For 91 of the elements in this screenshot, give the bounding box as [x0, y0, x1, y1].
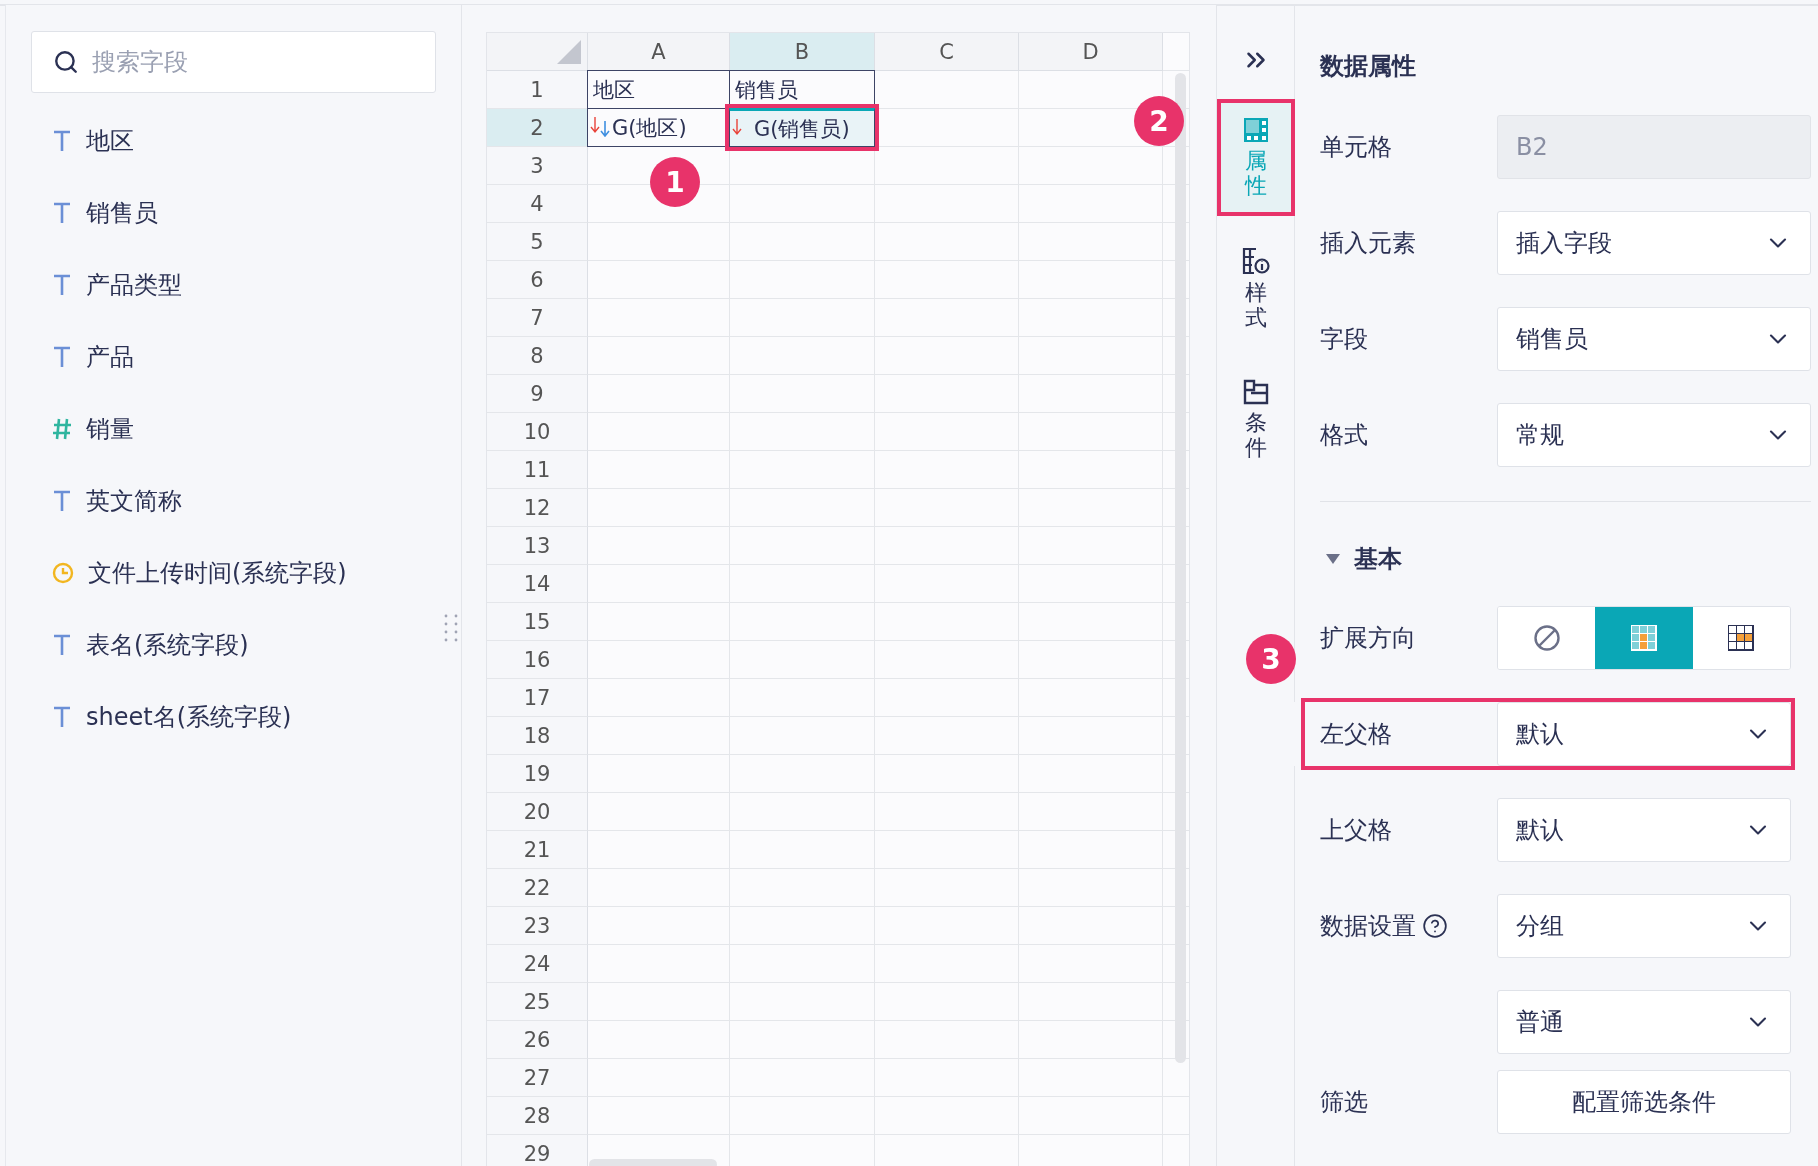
row-header[interactable]: 6 — [487, 261, 588, 299]
row-header[interactable]: 9 — [487, 375, 588, 413]
cell-text: 地区 — [593, 76, 635, 104]
property-label: 筛选 — [1320, 1087, 1368, 1118]
property-label: 扩展方向 — [1320, 623, 1416, 654]
text-type-icon — [52, 633, 72, 657]
field-item[interactable]: 表名(系统字段) — [31, 609, 436, 681]
cell-text: 销售员 — [735, 76, 798, 104]
cell-text: G(地区) — [612, 114, 687, 142]
cell-text: G(销售员) — [754, 115, 850, 143]
row-header[interactable]: 12 — [487, 489, 588, 527]
row-header[interactable]: 26 — [487, 1021, 588, 1059]
readonly-field: B2 — [1497, 115, 1811, 179]
corner-cell[interactable] — [487, 33, 588, 71]
row-header[interactable]: 17 — [487, 679, 588, 717]
select-dropdown[interactable]: 销售员 — [1497, 307, 1811, 371]
row-header[interactable]: 16 — [487, 641, 588, 679]
drag-handle-icon[interactable] — [443, 613, 459, 643]
row-header[interactable]: 1 — [487, 71, 588, 109]
clock-icon — [52, 562, 74, 584]
row-header[interactable]: 29 — [487, 1135, 588, 1166]
field-item[interactable]: 英文简称 — [31, 465, 436, 537]
field-item[interactable]: sheet名(系统字段) — [31, 681, 436, 753]
row-header[interactable]: 24 — [487, 945, 588, 983]
row-header[interactable]: 10 — [487, 413, 588, 451]
side-tab[interactable]: 条件 — [1216, 361, 1295, 478]
field-item[interactable]: 产品类型 — [31, 249, 436, 321]
row-header[interactable]: 23 — [487, 907, 588, 945]
row-expand-icon — [1727, 624, 1756, 652]
text-type-icon — [52, 129, 72, 153]
property-label: 数据设置 — [1320, 911, 1416, 942]
row-header[interactable]: 27 — [487, 1059, 588, 1097]
property-label: 插入元素 — [1320, 228, 1416, 259]
row-header[interactable]: 22 — [487, 869, 588, 907]
text-type-icon — [52, 273, 72, 297]
table-info-icon — [1241, 247, 1270, 276]
select-dropdown[interactable]: 默认 — [1497, 702, 1791, 766]
column-expand-icon — [1630, 624, 1658, 652]
row-header[interactable]: 20 — [487, 793, 588, 831]
side-tab[interactable]: 样式 — [1216, 230, 1295, 347]
row-header[interactable]: 21 — [487, 831, 588, 869]
property-label: 单元格 — [1320, 132, 1392, 163]
field-item[interactable]: 销量 — [31, 393, 436, 465]
table-cell[interactable]: 地区 — [587, 70, 730, 109]
select-dropdown[interactable]: 常规 — [1497, 403, 1811, 467]
select-dropdown[interactable]: 分组 — [1497, 894, 1791, 958]
search-field[interactable]: 搜索字段 — [31, 31, 436, 93]
row-header[interactable]: 18 — [487, 717, 588, 755]
row-header[interactable]: 5 — [487, 223, 588, 261]
column-header[interactable]: D — [1019, 33, 1163, 71]
row-header[interactable]: 4 — [487, 185, 588, 223]
property-label: 格式 — [1320, 420, 1368, 451]
row-header[interactable]: 7 — [487, 299, 588, 337]
layout-icon — [1242, 379, 1269, 406]
grid-icon — [1242, 117, 1269, 144]
help-icon[interactable] — [1422, 913, 1448, 939]
row-header[interactable]: 15 — [487, 603, 588, 641]
field-item[interactable]: 销售员 — [31, 177, 436, 249]
row-header[interactable]: 25 — [487, 983, 588, 1021]
panel-title: 数据属性 — [1320, 51, 1417, 82]
property-label: 左父格 — [1320, 719, 1392, 750]
section-title: 基本 — [1354, 544, 1402, 575]
select-dropdown[interactable]: 默认 — [1497, 798, 1791, 862]
no-entry-icon — [1532, 624, 1561, 652]
text-type-icon — [52, 705, 72, 729]
text-type-icon — [52, 489, 72, 513]
row-header[interactable]: 2 — [487, 109, 588, 147]
select-dropdown[interactable]: 插入字段 — [1497, 211, 1811, 275]
row-header[interactable]: 28 — [487, 1097, 588, 1135]
vertical-scrollbar[interactable] — [1175, 73, 1186, 1063]
column-header[interactable]: C — [875, 33, 1019, 71]
property-label: 字段 — [1320, 324, 1368, 355]
column-header[interactable]: B — [730, 33, 875, 71]
property-label: 上父格 — [1320, 815, 1392, 846]
text-type-icon — [52, 201, 72, 225]
row-header[interactable]: 19 — [487, 755, 588, 793]
column-header[interactable]: A — [588, 33, 730, 71]
row-header[interactable]: 3 — [487, 147, 588, 185]
row-header[interactable]: 14 — [487, 565, 588, 603]
search-icon — [53, 49, 79, 75]
row-header[interactable]: 8 — [487, 337, 588, 375]
select-dropdown[interactable]: 普通 — [1497, 990, 1791, 1054]
field-item[interactable]: 产品 — [31, 321, 436, 393]
text-type-icon — [52, 345, 72, 369]
hash-icon — [52, 417, 72, 441]
configure-filter-button[interactable]: 配置筛选条件 — [1497, 1070, 1791, 1134]
field-item[interactable]: 地区 — [31, 105, 436, 177]
field-item[interactable]: 文件上传时间(系统字段) — [31, 537, 436, 609]
section-header[interactable]: 基本 — [1320, 539, 1811, 579]
row-header[interactable]: 11 — [487, 451, 588, 489]
row-header[interactable]: 13 — [487, 527, 588, 565]
